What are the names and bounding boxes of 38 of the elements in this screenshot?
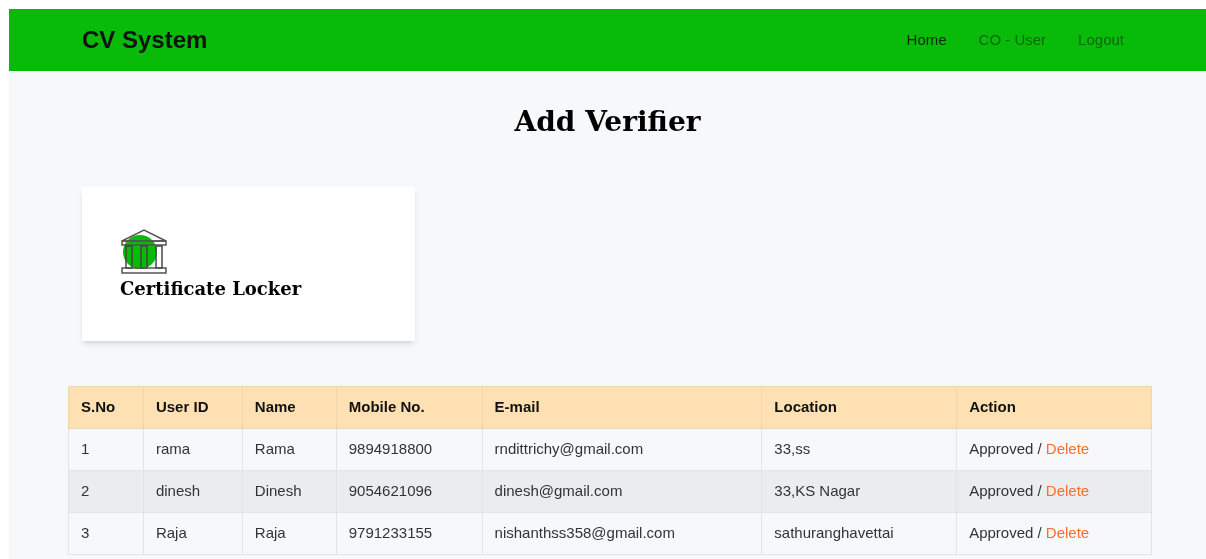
table-cell: sathuranghavettai xyxy=(761,512,957,555)
nav-link[interactable]: Logout xyxy=(1078,28,1124,52)
delete-link[interactable]: Delete xyxy=(1045,482,1090,500)
status-text: Approved / xyxy=(969,524,1042,542)
table-cell: dinesh@gmail.com xyxy=(482,470,762,513)
delete-link[interactable]: Delete xyxy=(1045,440,1090,458)
status-text: Approved / xyxy=(969,440,1042,458)
table-cell: 33,KS Nagar xyxy=(761,470,957,513)
column-header: Location xyxy=(761,386,957,429)
table-cell: rama xyxy=(143,428,243,471)
column-header: Mobile No. xyxy=(336,386,483,429)
table-cell: 3 xyxy=(68,512,144,555)
table-cell: Rama xyxy=(242,428,337,471)
table-cell: 1 xyxy=(68,428,144,471)
status-text: Approved / xyxy=(969,482,1042,500)
table-cell: Raja xyxy=(143,512,243,555)
table-cell: rndittrichy@gmail.com xyxy=(482,428,762,471)
page-title: Add Verifier xyxy=(513,104,702,140)
column-header: User ID xyxy=(143,386,243,429)
nav-link[interactable]: CO - User xyxy=(978,28,1047,52)
table-cell: 9894918800 xyxy=(336,428,483,471)
table-cell: nishanthss358@gmail.com xyxy=(482,512,762,555)
table-cell: 9791233155 xyxy=(336,512,483,555)
table-cell: 2 xyxy=(68,470,144,513)
logo-caption: Certificate Locker xyxy=(120,276,303,301)
nav-link[interactable]: Home xyxy=(906,28,947,52)
column-header: S.No xyxy=(68,386,144,429)
column-header: E-mail xyxy=(482,386,762,429)
column-header: Action xyxy=(956,386,1152,429)
table-cell: Raja xyxy=(242,512,337,555)
bank-building-icon xyxy=(120,226,168,275)
brand-title[interactable]: CV System xyxy=(82,22,208,58)
table-cell: dinesh xyxy=(143,470,243,513)
table-cell: 9054621096 xyxy=(336,470,483,513)
delete-link[interactable]: Delete xyxy=(1045,524,1090,542)
table-cell: 33,ss xyxy=(761,428,957,471)
table-cell: Dinesh xyxy=(242,470,337,513)
column-header: Name xyxy=(242,386,337,429)
